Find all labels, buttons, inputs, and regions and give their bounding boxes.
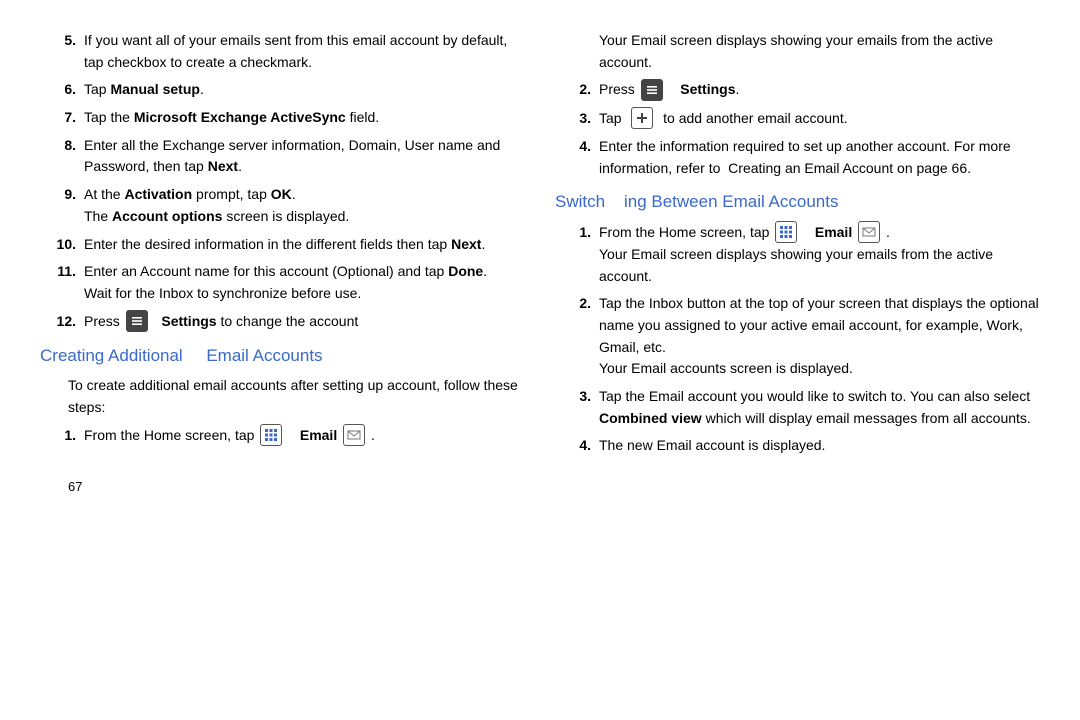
- step-number: 4.: [555, 136, 599, 179]
- step-number: 11.: [40, 261, 84, 304]
- step-number: 5.: [40, 30, 84, 73]
- email-icon: [343, 424, 365, 446]
- menu-icon: [641, 79, 663, 101]
- step-number: 9.: [40, 184, 84, 227]
- right-steps-create: 2.Press Settings.3.Tap to add another em…: [555, 79, 1040, 179]
- left-main-steps: 5.If you want all of your emails sent fr…: [40, 30, 525, 333]
- list-item: 6.Tap Manual setup.: [40, 79, 525, 101]
- page-number: 67: [68, 477, 525, 497]
- list-item: 1.From the Home screen, tap Email .Your …: [555, 222, 1040, 288]
- list-item: 8.Enter all the Exchange server informat…: [40, 135, 525, 178]
- list-item: 3.Tap to add another email account.: [555, 108, 1040, 130]
- list-item: 4.Enter the information required to set …: [555, 136, 1040, 179]
- left-column: 5.If you want all of your emails sent fr…: [40, 30, 525, 670]
- apps-grid-icon: [775, 221, 797, 243]
- step-number: 1.: [40, 425, 84, 447]
- step-text: Tap Manual setup.: [84, 79, 525, 101]
- left-sub-steps: 1.From the Home screen, tap Email .: [40, 425, 525, 447]
- list-item: 1.From the Home screen, tap Email .: [40, 425, 525, 447]
- step-text: Enter all the Exchange server informatio…: [84, 135, 525, 178]
- step-number: 3.: [555, 386, 599, 429]
- right-steps-switch: 1.From the Home screen, tap Email .Your …: [555, 222, 1040, 457]
- step-text: Tap the Microsoft Exchange ActiveSync fi…: [84, 107, 525, 129]
- list-item: 9.At the Activation prompt, tap OK.The A…: [40, 184, 525, 227]
- list-item: 10.Enter the desired information in the …: [40, 234, 525, 256]
- step-number: 8.: [40, 135, 84, 178]
- right-column: Your Email screen displays showing your …: [555, 30, 1040, 670]
- step-text: Press Settings.: [599, 79, 1040, 101]
- step-text: If you want all of your emails sent from…: [84, 30, 525, 73]
- step-number: 2.: [555, 79, 599, 101]
- step-number: 12.: [40, 311, 84, 333]
- list-item: 2.Press Settings.: [555, 79, 1040, 101]
- step-number: 3.: [555, 108, 599, 130]
- step-number: 10.: [40, 234, 84, 256]
- step-number: 4.: [555, 435, 599, 457]
- step-text: Press Settings to change the account: [84, 311, 525, 333]
- list-item: 12.Press Settings to change the account: [40, 311, 525, 333]
- step-text: Tap to add another email account.: [599, 108, 1040, 130]
- list-item: 3.Tap the Email account you would like t…: [555, 386, 1040, 429]
- list-item: 11.Enter an Account name for this accoun…: [40, 261, 525, 304]
- heading-creating-additional: Creating Additional Email Accounts: [40, 343, 525, 369]
- step-number: 1.: [555, 222, 599, 288]
- list-item: 2.Tap the Inbox button at the top of you…: [555, 293, 1040, 380]
- step-text: Enter an Account name for this account (…: [84, 261, 525, 304]
- step-number: 7.: [40, 107, 84, 129]
- intro-text: To create additional email accounts afte…: [68, 375, 525, 418]
- list-item: 7.Tap the Microsoft Exchange ActiveSync …: [40, 107, 525, 129]
- step-text: Tap the Inbox button at the top of your …: [599, 293, 1040, 380]
- heading-switching: Switch ing Between Email Accounts: [555, 189, 1040, 215]
- step-text: From the Home screen, tap Email .Your Em…: [599, 222, 1040, 288]
- list-item: 4.The new Email account is displayed.: [555, 435, 1040, 457]
- step-number: 6.: [40, 79, 84, 101]
- step-text: Tap the Email account you would like to …: [599, 386, 1040, 429]
- step-text: Enter the desired information in the dif…: [84, 234, 525, 256]
- step-text: At the Activation prompt, tap OK.The Acc…: [84, 184, 525, 227]
- step-text: Enter the information required to set up…: [599, 136, 1040, 179]
- step-text: From the Home screen, tap Email .: [84, 425, 525, 447]
- manual-page: 5.If you want all of your emails sent fr…: [0, 0, 1080, 680]
- list-item: 5.If you want all of your emails sent fr…: [40, 30, 525, 73]
- email-icon: [858, 221, 880, 243]
- step-number: 2.: [555, 293, 599, 380]
- apps-grid-icon: [260, 424, 282, 446]
- step-text: The new Email account is displayed.: [599, 435, 1040, 457]
- plus-icon: [631, 107, 653, 129]
- menu-icon: [126, 310, 148, 332]
- right-intro-continuation: Your Email screen displays showing your …: [599, 30, 1040, 73]
